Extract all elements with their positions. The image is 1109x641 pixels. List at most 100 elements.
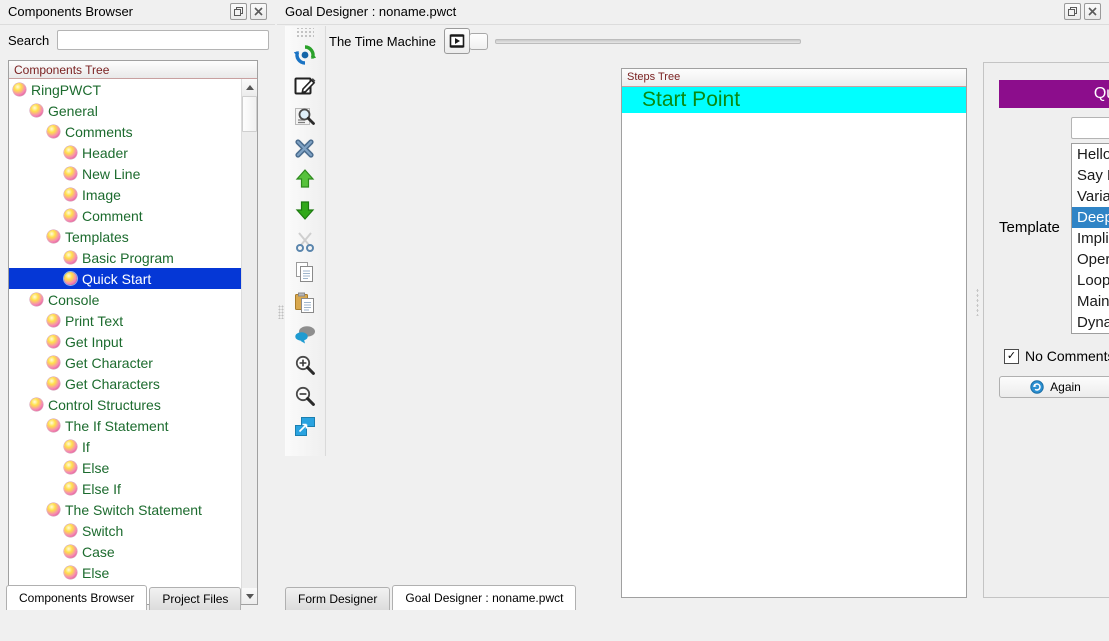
- refresh-circle-icon: [1030, 380, 1044, 394]
- time-machine-slider[interactable]: [469, 33, 801, 49]
- tree-item[interactable]: Comment: [9, 205, 241, 226]
- tree-item[interactable]: Else: [9, 457, 241, 478]
- tree-item[interactable]: Header: [9, 142, 241, 163]
- tree-item[interactable]: Templates: [9, 226, 241, 247]
- application-window: Components Browser Search Components Tre…: [0, 0, 1109, 641]
- again-button[interactable]: Again: [999, 376, 1109, 398]
- template-list-item[interactable]: Deep Copy: [1072, 207, 1109, 228]
- tree-item-label: Print Text: [65, 313, 123, 329]
- delete-icon[interactable]: [288, 132, 322, 163]
- tree-item[interactable]: New Line: [9, 163, 241, 184]
- play-icon[interactable]: [444, 28, 470, 54]
- components-browser-tabbar: Components BrowserProject Files: [6, 579, 243, 610]
- component-ball-icon: [47, 503, 60, 516]
- close-icon[interactable]: [250, 3, 267, 20]
- template-list-item[interactable]: Implicit Conversion: [1072, 228, 1109, 249]
- tab[interactable]: Components Browser: [6, 585, 147, 610]
- cut-icon[interactable]: [288, 225, 322, 256]
- tree-item[interactable]: Console: [9, 289, 241, 310]
- template-list-body[interactable]: Hello WorldSay HelloVariablesDeep CopyIm…: [1072, 144, 1109, 333]
- steps-tree-body[interactable]: Start Point: [622, 87, 966, 113]
- again-button-label: Again: [1050, 380, 1081, 394]
- search-row: Search: [8, 30, 269, 50]
- copy-icon[interactable]: [288, 256, 322, 287]
- component-ball-icon: [47, 335, 60, 348]
- template-list-item[interactable]: Hello World: [1072, 144, 1109, 165]
- tree-item[interactable]: Comments: [9, 121, 241, 142]
- tree-item[interactable]: RingPWCT: [9, 79, 241, 100]
- restore-icon[interactable]: [230, 3, 247, 20]
- tree-item[interactable]: Control Structures: [9, 394, 241, 415]
- search-icon[interactable]: [288, 101, 322, 132]
- scroll-thumb[interactable]: [242, 96, 257, 132]
- template-list-item[interactable]: Operators Precedence: [1072, 249, 1109, 270]
- components-browser-window-buttons: [230, 3, 267, 20]
- tab[interactable]: Form Designer: [285, 587, 390, 610]
- refresh-icon[interactable]: [288, 39, 322, 70]
- move-up-icon[interactable]: [288, 163, 322, 194]
- component-ball-icon: [47, 419, 60, 432]
- comments-icon[interactable]: [288, 318, 322, 349]
- components-browser-panel: Components Browser Search Components Tre…: [0, 0, 275, 610]
- toolstrip-splitter-dots[interactable]: [278, 305, 284, 319]
- tree-item[interactable]: If: [9, 436, 241, 457]
- tree-item-label: General: [48, 103, 98, 119]
- tree-item[interactable]: Quick Start: [9, 268, 241, 289]
- zoom-in-icon[interactable]: [288, 349, 322, 380]
- tree-item-label: Comment: [82, 208, 143, 224]
- components-tree-scrollbar[interactable]: [241, 79, 257, 604]
- close-icon[interactable]: [1084, 3, 1101, 20]
- move-down-icon[interactable]: [288, 194, 322, 225]
- goal-designer-toolbar: [285, 26, 326, 456]
- scroll-down-icon[interactable]: [242, 588, 257, 604]
- tree-item[interactable]: Get Character: [9, 352, 241, 373]
- search-input[interactable]: [57, 30, 269, 50]
- tree-item[interactable]: Case: [9, 541, 241, 562]
- template-listbox[interactable]: Hello WorldSay HelloVariablesDeep CopyIm…: [1071, 143, 1109, 334]
- no-comments-checkbox-row[interactable]: ✓ No Comments: [1004, 348, 1109, 364]
- steps-tree-row[interactable]: Start Point: [622, 87, 966, 113]
- tree-item[interactable]: Switch: [9, 520, 241, 541]
- zoom-out-icon[interactable]: [288, 380, 322, 411]
- template-list-item[interactable]: Dynamic Loop: [1072, 312, 1109, 333]
- quick-start-name-input[interactable]: [1071, 117, 1109, 139]
- tree-item[interactable]: The If Statement: [9, 415, 241, 436]
- tree-item[interactable]: General: [9, 100, 241, 121]
- component-ball-icon: [47, 230, 60, 243]
- template-list-item[interactable]: Loop and Condition: [1072, 270, 1109, 291]
- template-list-item[interactable]: Say Hello: [1072, 165, 1109, 186]
- tree-item[interactable]: Else If: [9, 478, 241, 499]
- restore-icon[interactable]: [1064, 3, 1081, 20]
- slider-thumb[interactable]: [469, 33, 488, 50]
- toolbar-grip[interactable]: [296, 28, 314, 38]
- tree-item[interactable]: Get Input: [9, 331, 241, 352]
- tree-item[interactable]: Image: [9, 184, 241, 205]
- paste-icon[interactable]: [288, 287, 322, 318]
- tree-item[interactable]: Get Characters: [9, 373, 241, 394]
- tree-item-label: Else: [82, 460, 109, 476]
- slider-track[interactable]: [495, 39, 801, 44]
- panel-splitter-dots[interactable]: [976, 288, 979, 316]
- tree-item-label: If: [82, 439, 90, 455]
- tab[interactable]: Goal Designer : noname.pwct: [392, 585, 576, 610]
- search-label: Search: [8, 33, 49, 48]
- no-comments-label: No Comments: [1025, 348, 1109, 364]
- scroll-up-icon[interactable]: [242, 79, 257, 95]
- template-list-item[interactable]: Variables: [1072, 186, 1109, 207]
- component-ball-icon: [47, 377, 60, 390]
- template-list-item[interactable]: Main Menu: [1072, 291, 1109, 312]
- components-tree-body[interactable]: RingPWCT General Comments Header New LineIma…: [9, 79, 241, 604]
- tree-item-label: Basic Program: [82, 250, 174, 266]
- tree-item[interactable]: Print Text: [9, 310, 241, 331]
- checkbox-icon[interactable]: ✓: [1004, 349, 1019, 364]
- scroll-track[interactable]: [242, 95, 257, 588]
- edit-icon[interactable]: [288, 70, 322, 101]
- tree-item[interactable]: Basic Program: [9, 247, 241, 268]
- tree-item-label: The If Statement: [65, 418, 169, 434]
- tree-item-label: Header: [82, 145, 128, 161]
- tree-item[interactable]: The Switch Statement: [9, 499, 241, 520]
- expand-icon[interactable]: [288, 411, 322, 442]
- tab[interactable]: Project Files: [149, 587, 241, 610]
- component-ball-icon: [64, 524, 77, 537]
- component-ball-icon: [64, 272, 77, 285]
